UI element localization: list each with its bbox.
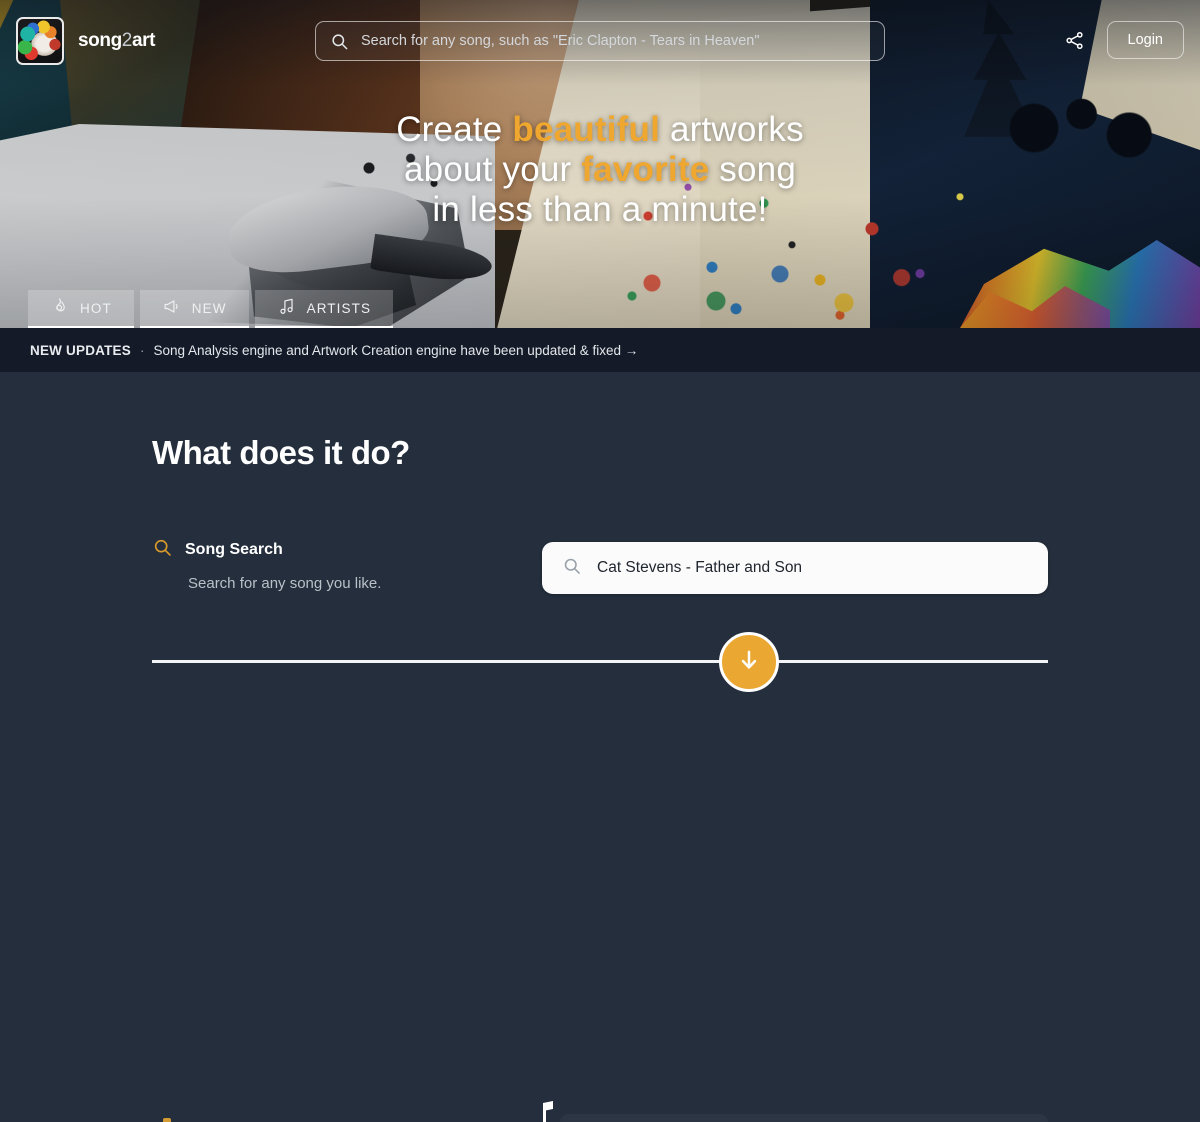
arrow-down-icon [736, 647, 762, 678]
news-tag: NEW UPDATES [30, 342, 131, 358]
hero-tab-bar: HOT NEW ARTISTS [28, 290, 394, 328]
headline-text: artworks [660, 110, 804, 149]
headline-line-3: in less than a minute! [432, 190, 768, 229]
global-search-input[interactable] [361, 33, 870, 49]
headline-text: about your [404, 150, 582, 189]
hero-tab-artists[interactable]: ARTISTS [254, 290, 394, 328]
section-divider [152, 660, 1048, 663]
hero-headline: Create beautiful artworks about your fav… [0, 110, 1200, 230]
next-feature-icon [163, 1118, 171, 1122]
global-search [315, 21, 885, 61]
brand-logo-link[interactable]: song2art [16, 17, 155, 65]
search-icon [152, 537, 173, 563]
brand-text-2: 2 [121, 30, 133, 51]
hero-tab-label: HOT [80, 300, 112, 316]
news-message-link[interactable]: Song Analysis engine and Artwork Creatio… [153, 343, 638, 358]
feature-description-block: Song Search Search for any song you like… [152, 537, 532, 592]
headline-emphasis-favorite: favorite [581, 150, 710, 189]
brand-text-song: song [78, 30, 122, 51]
share-icon[interactable] [1064, 30, 1085, 51]
top-navigation-bar: song2art Login [0, 0, 1200, 82]
megaphone-icon [162, 297, 181, 319]
headline-line-2: about your favorite song [0, 150, 1200, 190]
news-update-bar: NEW UPDATES · Song Analysis engine and A… [0, 328, 1200, 372]
hero-tab-new[interactable]: NEW [139, 290, 249, 328]
scroll-down-button[interactable] [719, 632, 779, 692]
login-button[interactable]: Login [1106, 21, 1184, 59]
headline-text: Create [396, 110, 513, 149]
feature-title: Song Search [185, 541, 283, 558]
brand-wordmark: song2art [78, 30, 155, 52]
hero-tab-label: ARTISTS [306, 300, 372, 316]
brand-text-art: art [131, 30, 156, 51]
search-icon [562, 556, 582, 581]
music-note-icon [277, 297, 296, 319]
flame-icon [50, 297, 69, 319]
hero-tab-hot[interactable]: HOT [28, 290, 134, 328]
feature-description: Search for any song you like. [188, 575, 382, 592]
next-section-panel [560, 1114, 1048, 1122]
demo-song-search-box[interactable]: Cat Stevens - Father and Son [542, 542, 1048, 594]
main-content: What does it do? Song Search Search for … [0, 372, 1200, 1122]
global-search-box[interactable] [315, 21, 885, 61]
headline-line-1: Create beautiful artworks [0, 110, 1200, 150]
headline-emphasis-beautiful: beautiful [512, 110, 661, 149]
song2art-logo-icon [16, 17, 64, 65]
music-note-icon [534, 1101, 558, 1122]
demo-search-value: Cat Stevens - Father and Son [597, 559, 803, 576]
headline-text: song [709, 150, 796, 189]
news-separator: · [139, 342, 145, 358]
page-title: What does it do? [152, 434, 410, 471]
top-bar-actions: Login [1064, 21, 1184, 59]
search-icon [330, 32, 349, 51]
hero-tab-label: NEW [191, 300, 227, 316]
